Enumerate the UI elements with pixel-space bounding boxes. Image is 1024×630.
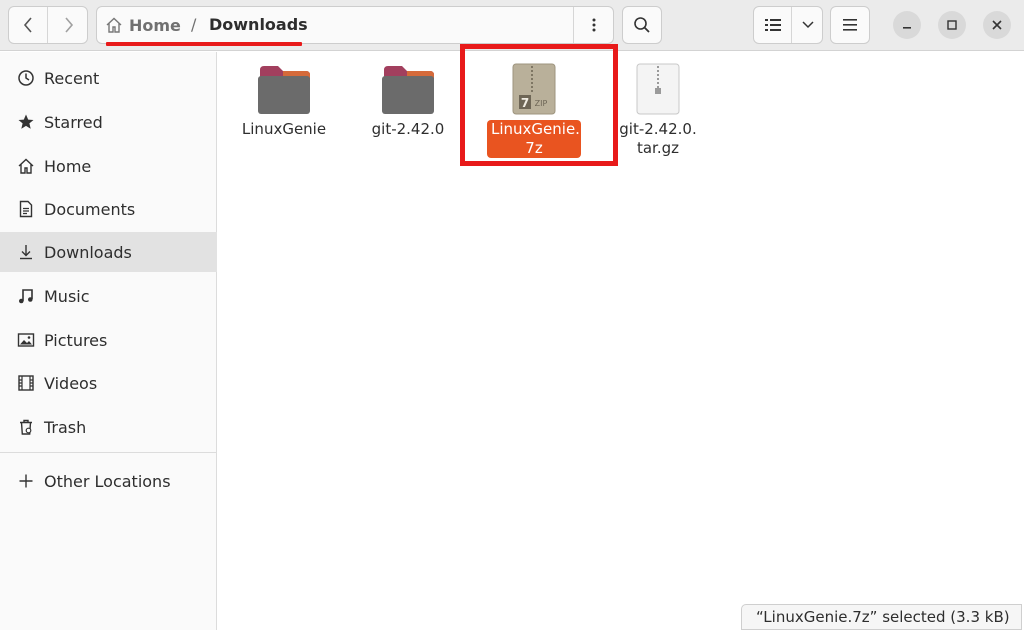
forward-button[interactable] bbox=[49, 7, 87, 43]
hamburger-icon bbox=[843, 19, 857, 31]
star-icon bbox=[16, 112, 36, 132]
home-icon bbox=[106, 17, 122, 33]
path-bar: Home / Downloads bbox=[96, 6, 614, 44]
view-options-dropdown[interactable] bbox=[793, 7, 822, 43]
sidebar-item-starred[interactable]: Starred bbox=[0, 102, 217, 142]
sidebar-item-label: Music bbox=[44, 286, 90, 306]
picture-icon bbox=[16, 330, 36, 350]
minimize-button[interactable] bbox=[893, 11, 921, 39]
sidebar-divider bbox=[0, 452, 217, 453]
file-name: git-2.42.0 bbox=[371, 120, 445, 138]
sidebar-item-label: Trash bbox=[44, 417, 87, 437]
list-view-icon bbox=[764, 19, 781, 31]
search-icon bbox=[634, 17, 650, 33]
sidebar-item-trash[interactable]: Trash bbox=[0, 407, 217, 447]
file-item-folder[interactable]: git-2.42.0 bbox=[348, 60, 468, 139]
sidebar-item-label: Starred bbox=[44, 112, 103, 132]
folder-icon bbox=[378, 60, 438, 116]
file-name: LinuxGenie bbox=[241, 120, 327, 138]
maximize-button[interactable] bbox=[938, 11, 966, 39]
home-icon bbox=[16, 156, 36, 176]
vertical-dots-icon bbox=[592, 18, 595, 32]
main-menu-button[interactable] bbox=[830, 6, 870, 44]
music-icon bbox=[16, 286, 36, 306]
video-icon bbox=[16, 373, 36, 393]
breadcrumb-home[interactable]: Home bbox=[105, 7, 181, 43]
sidebar-item-recent[interactable]: Recent bbox=[0, 58, 217, 98]
tar-archive-icon bbox=[628, 60, 688, 116]
path-menu-button[interactable] bbox=[573, 7, 613, 43]
breadcrumb-home-label: Home bbox=[129, 15, 181, 35]
list-view-button[interactable] bbox=[754, 7, 792, 43]
sidebar: Recent Starred Home Documents Downloads bbox=[0, 52, 217, 630]
file-view: LinuxGenie git-2.42.0 7 ZIP LinuxGenie. … bbox=[218, 52, 1024, 630]
chevron-right-icon bbox=[64, 17, 73, 33]
sidebar-item-videos[interactable]: Videos bbox=[0, 363, 217, 403]
sidebar-item-label: Downloads bbox=[44, 242, 132, 262]
sidebar-item-label: Home bbox=[44, 156, 92, 176]
maximize-icon bbox=[947, 20, 957, 30]
sidebar-item-music[interactable]: Music bbox=[0, 276, 217, 316]
download-icon bbox=[16, 242, 36, 262]
minimize-icon bbox=[903, 27, 911, 29]
chevron-down-icon bbox=[802, 21, 814, 29]
plus-icon bbox=[16, 471, 36, 491]
close-button[interactable] bbox=[983, 11, 1011, 39]
status-bar: “LinuxGenie.7z” selected (3.3 kB) bbox=[741, 604, 1022, 630]
document-icon bbox=[16, 199, 36, 219]
annotation-highlight-box bbox=[460, 44, 618, 166]
search-button[interactable] bbox=[622, 6, 662, 44]
sidebar-item-documents[interactable]: Documents bbox=[0, 189, 217, 229]
sidebar-item-label: Recent bbox=[44, 68, 100, 88]
sidebar-item-other-locations[interactable]: Other Locations bbox=[0, 461, 217, 501]
back-button[interactable] bbox=[9, 7, 48, 43]
file-item-folder[interactable]: LinuxGenie bbox=[224, 60, 344, 139]
annotation-underline bbox=[106, 42, 302, 46]
sidebar-item-label: Videos bbox=[44, 373, 98, 393]
sidebar-item-label: Other Locations bbox=[44, 471, 171, 491]
sidebar-item-downloads[interactable]: Downloads bbox=[0, 232, 217, 272]
sidebar-item-home[interactable]: Home bbox=[0, 146, 217, 186]
trash-icon bbox=[16, 417, 36, 437]
view-toggle-group bbox=[753, 6, 823, 44]
file-manager-window: Home / Downloads Recent Starred Home Doc… bbox=[0, 0, 1024, 630]
navigation-buttons bbox=[8, 6, 88, 44]
sidebar-item-label: Pictures bbox=[44, 330, 108, 350]
folder-icon bbox=[254, 60, 314, 116]
breadcrumb-separator: / bbox=[191, 15, 197, 34]
close-icon bbox=[992, 20, 1002, 30]
clock-icon bbox=[16, 68, 36, 88]
breadcrumb-current[interactable]: Downloads bbox=[209, 7, 308, 43]
sidebar-item-label: Documents bbox=[44, 199, 136, 219]
chevron-left-icon bbox=[23, 17, 32, 33]
sidebar-item-pictures[interactable]: Pictures bbox=[0, 320, 217, 360]
